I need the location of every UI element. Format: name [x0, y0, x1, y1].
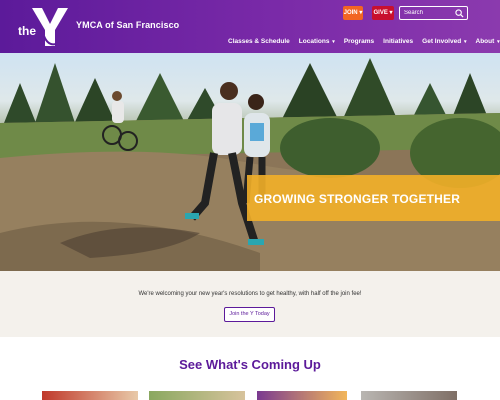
event-card-image[interactable] [42, 391, 138, 400]
hero-section: GROWING STRONGER TOGETHER [0, 53, 500, 271]
event-card-image[interactable] [361, 391, 457, 400]
nav-item-locations[interactable]: Locations ▾ [299, 38, 335, 45]
promo-section: We're welcoming your new year's resoluti… [0, 271, 500, 337]
nav-item-programs[interactable]: Programs [344, 38, 374, 45]
org-name[interactable]: YMCA of San Francisco [76, 20, 179, 30]
nav-item-about[interactable]: About ▾ [476, 38, 500, 45]
chevron-down-icon: ▾ [332, 39, 335, 45]
chevron-down-icon: ▾ [463, 39, 467, 45]
event-card-image[interactable] [257, 391, 347, 400]
chevron-down-icon: ▾ [389, 10, 393, 16]
event-card-image[interactable] [149, 391, 245, 400]
hero-title: GROWING STRONGER TOGETHER [254, 192, 461, 206]
give-button[interactable]: GIVE ▾ [372, 6, 394, 20]
main-nav: Classes & Schedule Locations ▾ Programs … [228, 38, 500, 45]
search-box [399, 6, 468, 20]
nav-item-classes-schedule[interactable]: Classes & Schedule [228, 38, 290, 45]
search-input[interactable] [404, 7, 452, 19]
promo-text: We're welcoming your new year's resoluti… [138, 291, 362, 297]
join-the-y-today-button[interactable]: Join the Y Today [224, 307, 275, 322]
nav-item-initiatives[interactable]: Initiatives [383, 38, 413, 45]
chevron-down-icon: ▾ [497, 39, 500, 45]
nav-item-get-involved[interactable]: Get Involved ▾ [422, 38, 466, 45]
site-header: the YMCA of San Francisco JOIN ▾ GIVE ▾ … [0, 0, 500, 53]
coming-up-title: See What's Coming Up [179, 357, 321, 372]
search-icon[interactable] [455, 9, 464, 18]
ymca-y-logo-icon[interactable] [30, 6, 70, 48]
chevron-down-icon: ▾ [359, 10, 363, 16]
hero-image [0, 58, 500, 271]
join-button[interactable]: JOIN ▾ [343, 6, 363, 20]
